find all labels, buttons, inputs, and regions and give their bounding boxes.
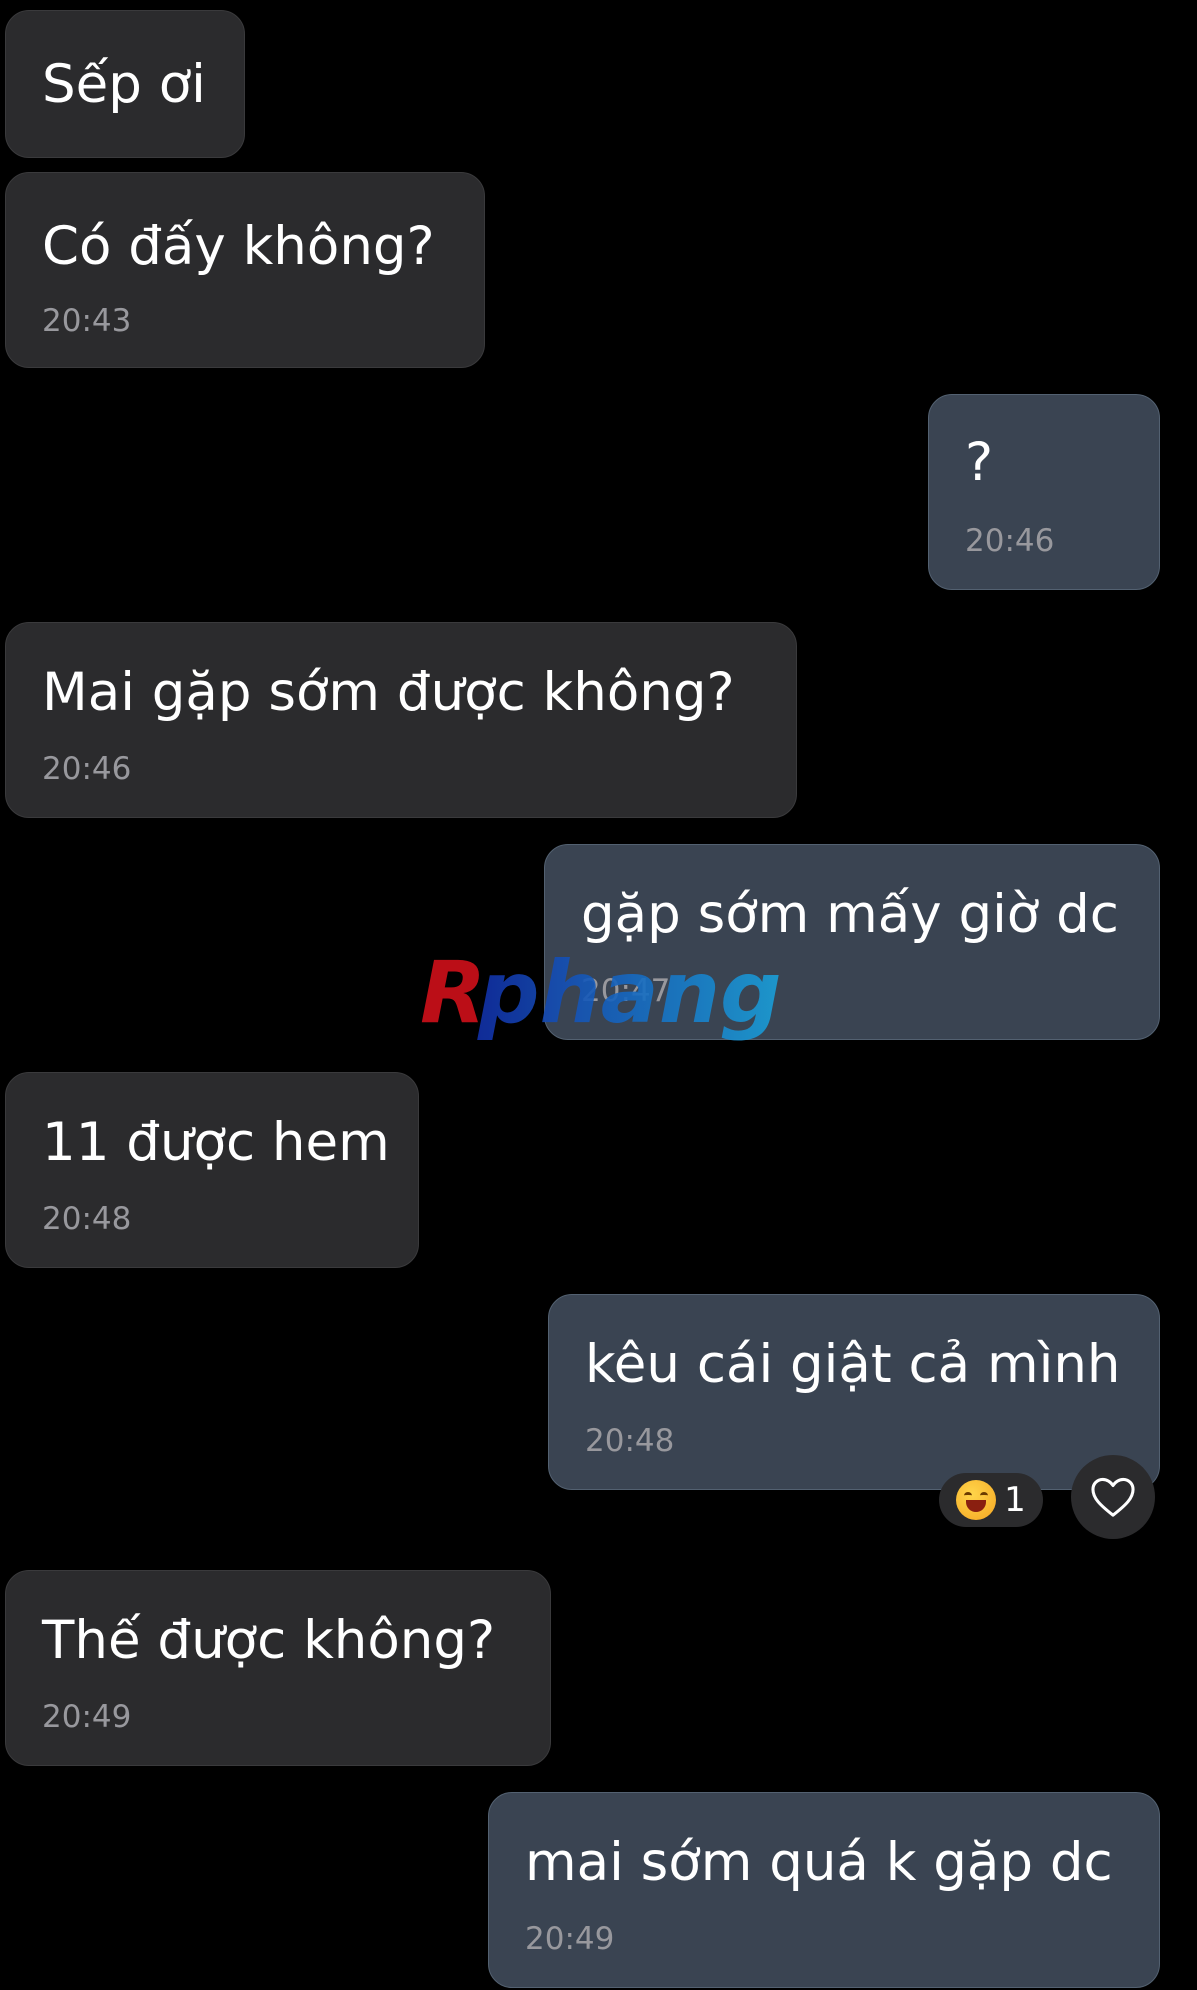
heart-icon xyxy=(1091,1477,1135,1517)
svg-text:phang: phang xyxy=(477,943,780,1043)
message-bubble-incoming[interactable]: Sếp ơi xyxy=(5,10,245,158)
message-bubble-incoming[interactable]: Thế được không? 20:49 xyxy=(5,1570,551,1766)
laughing-emoji-icon xyxy=(956,1480,997,1520)
message-text: gặp sớm mấy giờ dc xyxy=(581,884,1119,945)
message-text: kêu cái giật cả mình xyxy=(585,1334,1121,1395)
message-text: Thế được không? xyxy=(42,1610,496,1671)
message-timestamp: 20:48 xyxy=(585,1423,675,1459)
message-bubble-incoming[interactable]: Mai gặp sớm được không? 20:46 xyxy=(5,622,797,818)
message-text: Mai gặp sớm được không? xyxy=(42,662,735,723)
reaction-count: 1 xyxy=(1004,1480,1026,1520)
message-timestamp: 20:43 xyxy=(42,303,132,339)
message-text: mai sớm quá k gặp dc xyxy=(525,1832,1113,1893)
message-text: 11 được hem xyxy=(42,1112,390,1173)
message-timestamp: 20:46 xyxy=(965,523,1055,559)
watermark-logo: R phang xyxy=(420,943,780,1043)
message-timestamp: 20:46 xyxy=(42,751,132,787)
svg-text:R: R xyxy=(420,943,486,1043)
message-bubble-incoming[interactable]: 11 được hem 20:48 xyxy=(5,1072,419,1268)
react-heart-button[interactable] xyxy=(1071,1455,1155,1539)
message-bubble-outgoing[interactable]: mai sớm quá k gặp dc 20:49 xyxy=(488,1792,1160,1988)
reaction-badge[interactable]: 1 xyxy=(939,1473,1043,1527)
message-timestamp: 20:48 xyxy=(42,1201,132,1237)
message-timestamp: 20:49 xyxy=(42,1699,132,1735)
message-text: Sếp ơi xyxy=(42,54,206,115)
message-bubble-incoming[interactable]: Có đấy không? 20:43 xyxy=(5,172,485,368)
message-timestamp: 20:49 xyxy=(525,1921,615,1957)
message-bubble-outgoing[interactable]: ? 20:46 xyxy=(928,394,1160,590)
message-text: Có đấy không? xyxy=(42,216,435,277)
message-text: ? xyxy=(965,432,994,493)
message-bubble-outgoing[interactable]: kêu cái giật cả mình 20:48 xyxy=(548,1294,1160,1490)
